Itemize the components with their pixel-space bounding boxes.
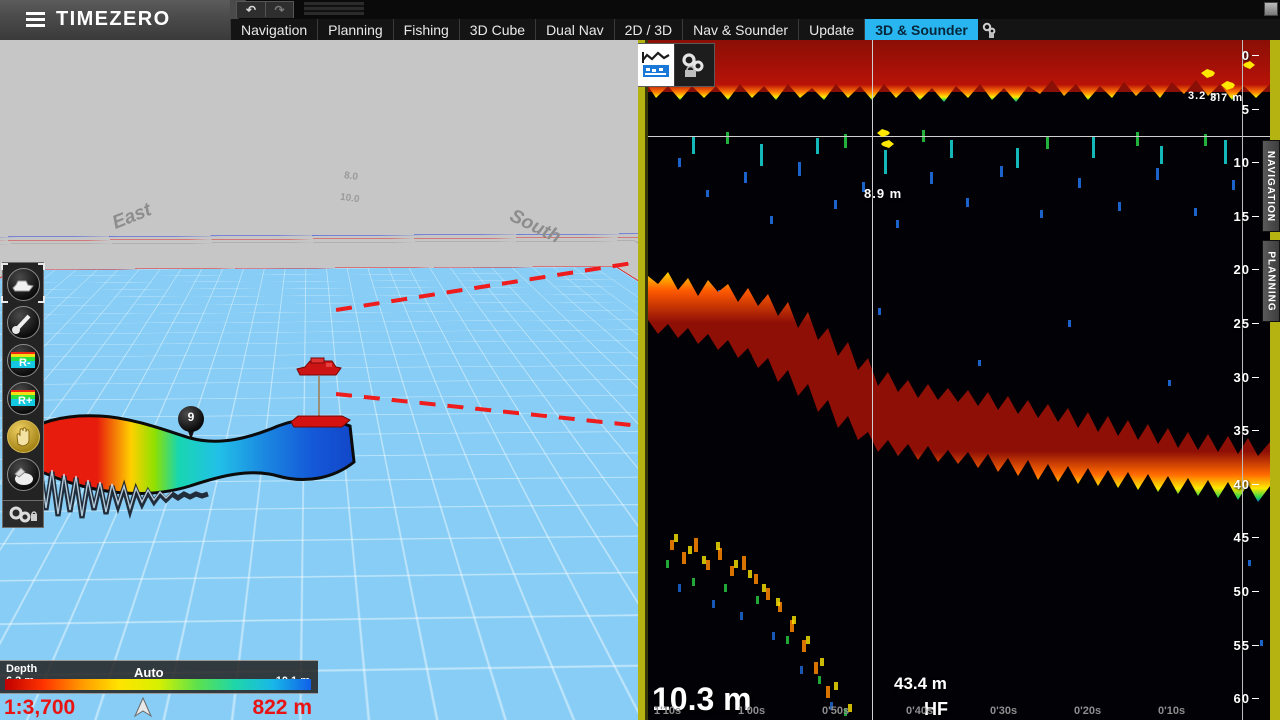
side-tab-strip: NAVIGATION PLANNING [1262, 40, 1280, 720]
contour-label-8: 8.0 [343, 170, 358, 183]
tab-3d-cube[interactable]: 3D Cube [460, 19, 536, 40]
fish-target-icon [880, 139, 895, 149]
tool-paint-tool[interactable] [5, 456, 41, 493]
sidebar-item-navigation-label: NAVIGATION [1266, 150, 1277, 221]
time-tick-6: 0'10s [1158, 705, 1185, 717]
tab-planning[interactable]: Planning [318, 19, 394, 40]
time-axis: 1'10s 1'00s 0'50s 0'40s 0'30s 0'20s 0'10s [648, 705, 1270, 719]
time-tick-0: 1'10s [654, 705, 681, 717]
tab-update[interactable]: Update [799, 19, 865, 40]
axis-label-east: East [109, 199, 154, 234]
3d-view-panel[interactable]: East South 8.0 10.0 [0, 40, 638, 720]
cursor-depth-label: 8.9 m [864, 186, 902, 201]
cursor-vertical-line [872, 40, 873, 720]
contour-label-10: 10.0 [339, 192, 360, 206]
sidebar-item-planning-label: PLANNING [1266, 251, 1277, 311]
depth-tick-0: 0 [1242, 48, 1250, 63]
tab-dual-nav[interactable]: Dual Nav [536, 19, 615, 40]
depth-tick-25: 25 [1234, 316, 1250, 331]
tab-2d-3d[interactable]: 2D / 3D [615, 19, 683, 40]
vessel-shadow-icon [290, 412, 352, 430]
selected-tool-highlight [1, 263, 45, 303]
pan-hand-tool-icon [7, 420, 40, 453]
gears-lock-icon [8, 504, 38, 524]
brand: TIMEZERO [26, 8, 171, 31]
tool-sounding-tool[interactable] [5, 304, 41, 341]
app-title: TIMEZERO [56, 8, 171, 31]
depth-axis: 0 5 10 15 20 25 30 35 40 45 50 55 60 [1204, 40, 1250, 720]
scale-distance: 822 m [252, 696, 312, 720]
workspace-settings-icon[interactable] [978, 19, 1000, 40]
time-tick-3: 0'40s [906, 705, 933, 717]
scale-bar: 1:3,700 822 m [0, 694, 318, 720]
tab-fishing[interactable]: Fishing [394, 19, 460, 40]
paint-tool-icon [7, 458, 40, 491]
tab-nav-sounder[interactable]: Nav & Sounder [683, 19, 799, 40]
depth-legend: Depth 6.3 m Auto 10.1 m [0, 660, 318, 694]
tools-settings-button[interactable] [2, 500, 44, 528]
sounder-toolbar [638, 43, 715, 87]
depth-tick-40: 40 [1234, 477, 1250, 492]
depth-tick-50: 50 [1234, 584, 1250, 599]
legend-color-ramp [5, 679, 311, 690]
depth-tick-20: 20 [1234, 262, 1250, 277]
sidebar-item-planning[interactable]: PLANNING [1262, 240, 1280, 322]
tab-navigation[interactable]: Navigation [230, 19, 318, 40]
window-control-button[interactable] [1264, 2, 1278, 16]
workspace-tab-bar: NavigationPlanningFishing3D CubeDual Nav… [230, 19, 1280, 40]
bottom-depth-readout: 43.4 m [894, 674, 947, 694]
time-tick-1: 1'00s [738, 705, 765, 717]
time-tick-5: 0'20s [1074, 705, 1101, 717]
depth-tick-15: 15 [1234, 209, 1250, 224]
depth-tick-30: 30 [1234, 370, 1250, 385]
top-bar: TIMEZERO ↶ ↷ NavigationPlanningFishing3D… [0, 0, 1280, 40]
range-plus-tool-icon: R+ [7, 382, 40, 415]
bottom-lock-icon[interactable] [638, 44, 675, 86]
scale-ratio: 1:3,700 [4, 696, 75, 720]
depth-tick-10: 10 [1234, 155, 1250, 170]
vessel-icon[interactable] [296, 356, 342, 378]
tool-range-plus-tool[interactable]: R+ [5, 380, 41, 417]
brand-area: TIMEZERO [0, 0, 230, 40]
depth-tick-55: 55 [1234, 638, 1250, 653]
echogram-trace [648, 40, 1270, 720]
hamburger-icon[interactable] [26, 12, 45, 27]
sounder-panel[interactable]: 8.9 m 3.2 m 3.7 m 0510152025303540455055… [638, 40, 1280, 720]
range-minus-tool-icon: R- [7, 344, 40, 377]
toolbar-grip [304, 2, 364, 15]
svg-text:R-: R- [19, 357, 31, 369]
undo-button[interactable]: ↶ [237, 2, 265, 17]
sounder-settings-icon[interactable] [675, 44, 713, 86]
depth-tick-5: 5 [1242, 102, 1250, 117]
sounder-left-edge [638, 40, 645, 720]
legend-title: Depth [6, 663, 37, 675]
marker-label: 9 [178, 410, 204, 424]
tool-range-minus-tool[interactable]: R- [5, 342, 41, 379]
time-tick-4: 0'30s [990, 705, 1017, 717]
redo-button[interactable]: ↷ [265, 2, 293, 17]
depth-tick-45: 45 [1234, 530, 1250, 545]
north-arrow-icon [132, 696, 154, 718]
timezero-window: TIMEZERO ↶ ↷ NavigationPlanningFishing3D… [0, 0, 1280, 720]
waypoint-marker[interactable]: 9 [178, 406, 204, 440]
sidebar-item-navigation[interactable]: NAVIGATION [1262, 140, 1280, 232]
time-tick-2: 0'50s [822, 705, 849, 717]
sounding-tool-icon [7, 306, 40, 339]
depth-tick-60: 60 [1234, 691, 1250, 706]
history-buttons: ↶ ↷ [236, 1, 294, 18]
cursor-horizontal-line [648, 136, 1270, 137]
svg-text:R+: R+ [18, 395, 32, 407]
fish-target-icon [876, 128, 891, 138]
legend-mode[interactable]: Auto [134, 665, 164, 680]
echogram[interactable]: 8.9 m 3.2 m 3.7 m 0510152025303540455055… [648, 40, 1270, 720]
tool-pan-hand-tool[interactable] [5, 418, 41, 455]
depth-tick-35: 35 [1234, 423, 1250, 438]
tab-3d-sounder[interactable]: 3D & Sounder [865, 19, 978, 40]
